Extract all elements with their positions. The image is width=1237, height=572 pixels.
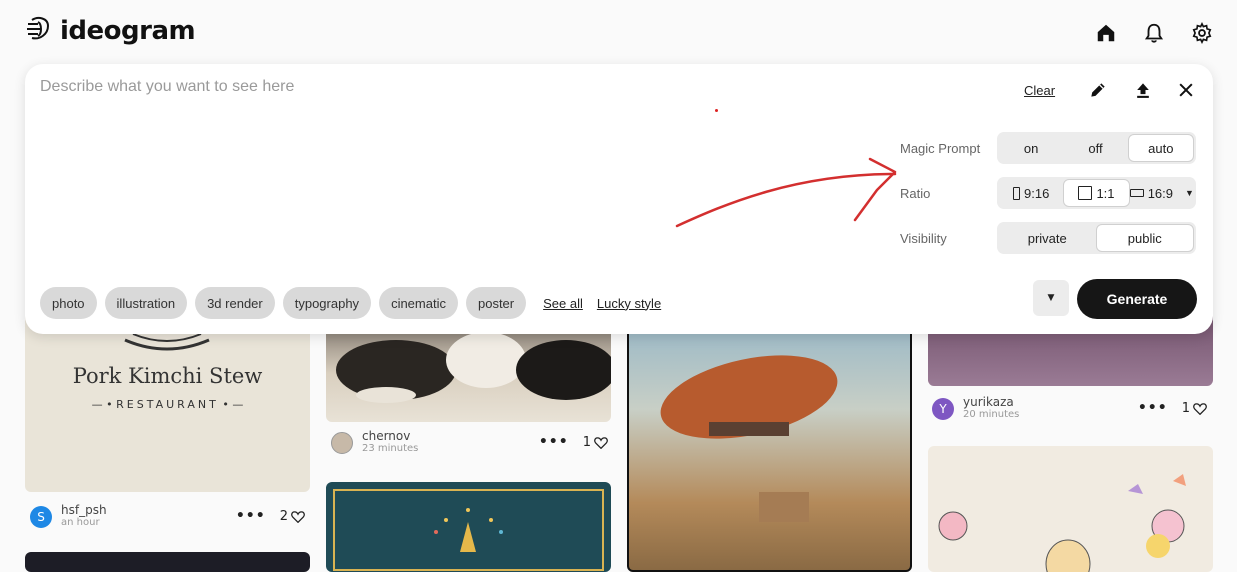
ideogram-logo-icon xyxy=(24,14,54,48)
like-count: 2 xyxy=(279,508,288,524)
landscape-ratio-icon xyxy=(1129,189,1144,197)
visibility-toggle: private public xyxy=(997,222,1196,254)
post-time: 23 minutes xyxy=(362,443,419,454)
visibility-private[interactable]: private xyxy=(999,224,1096,252)
chip-typography[interactable]: typography xyxy=(282,287,372,319)
like-button[interactable]: 1 xyxy=(1182,401,1207,416)
caret-down-icon: ▼ xyxy=(1047,293,1055,303)
like-count: 1 xyxy=(582,434,591,450)
see-all-link[interactable]: See all xyxy=(543,296,583,311)
post-time: 20 minutes xyxy=(963,409,1020,420)
avatar[interactable]: Y xyxy=(932,397,954,420)
style-chips: photo illustration 3d render typography … xyxy=(40,287,661,319)
visibility-public[interactable]: public xyxy=(1095,224,1194,252)
generate-button[interactable]: Generate xyxy=(1077,279,1197,319)
feed-image[interactable] xyxy=(25,552,310,572)
upload-icon[interactable] xyxy=(1133,80,1155,102)
magic-prompt-on[interactable]: on xyxy=(999,134,1063,162)
magic-prompt-toggle: on off auto xyxy=(997,132,1196,164)
prompt-panel: Clear Magic Prompt on off auto Ratio 9:1… xyxy=(25,64,1213,334)
heart-icon xyxy=(594,436,608,449)
close-icon[interactable] xyxy=(1176,80,1198,102)
image-title-text: Pork Kimchi Stew xyxy=(72,364,263,388)
more-options-icon[interactable]: ••• xyxy=(236,508,266,524)
avatar[interactable] xyxy=(331,431,353,454)
feed-image-poster[interactable] xyxy=(326,482,611,572)
square-ratio-icon xyxy=(1078,186,1093,200)
lucky-style-link[interactable]: Lucky style xyxy=(597,296,661,311)
gear-icon[interactable] xyxy=(1191,21,1215,46)
magic-prompt-auto[interactable]: auto xyxy=(1127,134,1194,162)
visibility-label: Visibility xyxy=(900,231,947,246)
prompt-input[interactable] xyxy=(40,78,690,96)
heart-icon xyxy=(291,510,305,523)
card-meta: Y yurikaza 20 minutes ••• 1 xyxy=(932,396,1217,421)
like-count: 1 xyxy=(1181,400,1190,416)
more-options-icon[interactable]: ••• xyxy=(1138,400,1168,416)
post-time: an hour xyxy=(61,517,100,528)
logo[interactable]: ideogram xyxy=(24,14,196,48)
chevron-down-icon[interactable]: ▼ xyxy=(1185,188,1194,198)
top-bar: ideogram xyxy=(0,0,1237,64)
chip-poster[interactable]: poster xyxy=(465,287,527,319)
pencil-icon[interactable] xyxy=(1088,80,1110,102)
avatar[interactable]: S xyxy=(30,505,52,528)
more-options-icon[interactable]: ••• xyxy=(539,434,569,450)
chip-3d-render[interactable]: 3d render xyxy=(195,287,275,319)
clear-button[interactable]: Clear xyxy=(1024,83,1055,98)
magic-prompt-label: Magic Prompt xyxy=(900,141,981,156)
ratio-label: Ratio xyxy=(900,186,931,201)
username[interactable]: yurikaza xyxy=(963,396,1019,409)
annotation-arrow xyxy=(675,157,897,228)
chip-cinematic[interactable]: cinematic xyxy=(379,287,458,319)
username[interactable]: hsf_psh xyxy=(61,504,107,517)
card-meta: chernov 23 minutes ••• 1 xyxy=(331,430,616,455)
ratio-9-16[interactable]: 9:16 xyxy=(999,179,1063,207)
chip-photo[interactable]: photo xyxy=(40,287,97,319)
feed-image-airship[interactable] xyxy=(627,300,912,572)
home-icon[interactable] xyxy=(1095,22,1119,46)
magic-prompt-off[interactable]: off xyxy=(1063,134,1127,162)
options-dropdown-button[interactable]: ▼ xyxy=(1033,280,1069,316)
annotation-dot xyxy=(715,109,718,112)
username[interactable]: chernov xyxy=(362,430,418,443)
image-subtitle-text: RESTAURANT xyxy=(116,398,219,411)
like-button[interactable]: 2 xyxy=(280,509,305,524)
portrait-ratio-icon xyxy=(1013,186,1020,200)
ratio-16-9[interactable]: 16:9 ▼ xyxy=(1129,179,1194,207)
app-title: ideogram xyxy=(60,16,196,46)
card-meta: S hsf_psh an hour ••• 2 xyxy=(30,504,315,529)
ratio-9-16-label: 9:16 xyxy=(1024,185,1050,201)
bell-icon[interactable] xyxy=(1143,22,1167,46)
ratio-1-1-label: 1:1 xyxy=(1096,185,1115,201)
ratio-1-1[interactable]: 1:1 xyxy=(1063,179,1130,207)
ratio-16-9-label: 16:9 xyxy=(1147,185,1174,201)
feed-image-flowers[interactable] xyxy=(928,446,1213,572)
chip-illustration[interactable]: illustration xyxy=(104,287,188,319)
image-feed: Pork Kimchi Stew — • RESTAURANT • — S hs… xyxy=(0,300,1237,572)
heart-icon xyxy=(1193,402,1207,415)
like-button[interactable]: 1 xyxy=(583,435,608,450)
ratio-selector: 9:16 1:1 16:9 ▼ xyxy=(997,177,1196,209)
